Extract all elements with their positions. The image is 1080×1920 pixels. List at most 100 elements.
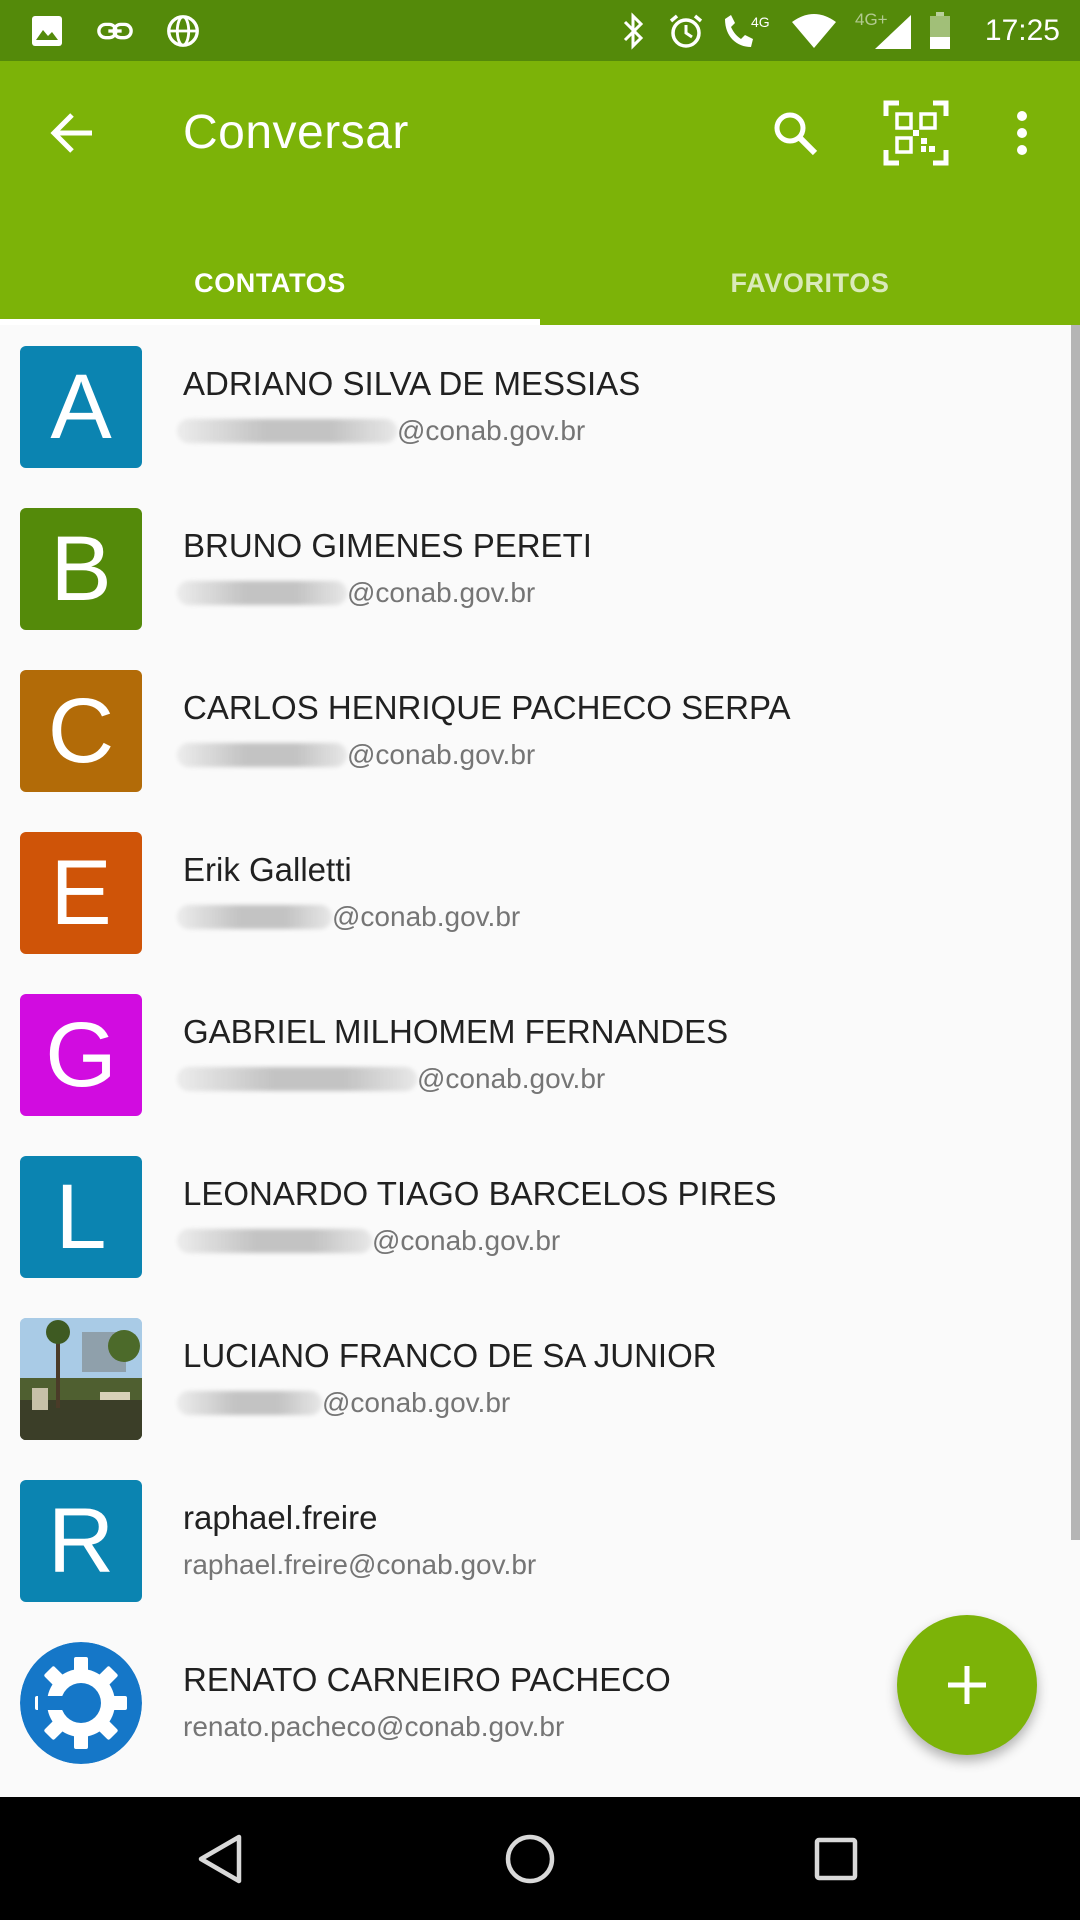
back-button[interactable]: [40, 101, 104, 165]
avatar-letter: E: [50, 841, 112, 944]
qr-code-icon: [883, 100, 949, 166]
contact-row[interactable]: L LEONARDO TIAGO BARCELOS PIRES @conab.g…: [0, 1135, 1080, 1297]
redacted-text: [177, 743, 347, 767]
contact-email-text: @conab.gov.br: [347, 739, 536, 770]
avatar: B: [20, 508, 142, 630]
nav-back-button[interactable]: [188, 1827, 252, 1891]
contact-email-text: @conab.gov.br: [417, 1063, 606, 1094]
contact-name: CARLOS HENRIQUE PACHECO SERPA: [183, 689, 791, 726]
contact-email: raphael.freire@conab.gov.br: [183, 1549, 537, 1580]
avatar: R: [20, 1480, 142, 1602]
link-icon: [96, 12, 134, 50]
avatar: A: [20, 346, 142, 468]
search-icon: [774, 112, 818, 156]
redacted-text: [177, 1391, 322, 1415]
contact-row[interactable]: A ADRIANO SILVA DE MESSIAS @conab.gov.br: [0, 325, 1080, 487]
avatar: E: [20, 832, 142, 954]
contact-name: raphael.freire: [183, 1499, 378, 1536]
more-options-button[interactable]: [1002, 97, 1042, 169]
bluetooth-icon: [615, 11, 653, 50]
contact-email: @conab.gov.br: [177, 577, 536, 609]
avatar-photo: [20, 1318, 142, 1440]
contact-list: A ADRIANO SILVA DE MESSIAS @conab.gov.br…: [0, 325, 1080, 1797]
contact-name: BRUNO GIMENES PERETI: [183, 527, 592, 564]
contact-name: Erik Galletti: [183, 851, 352, 888]
tab-label: FAVORITOS: [730, 267, 890, 298]
contact-name: ADRIANO SILVA DE MESSIAS: [183, 365, 641, 402]
sync-globe-icon: [164, 12, 202, 50]
contact-email-text: @conab.gov.br: [322, 1387, 511, 1418]
wifi-icon: [789, 12, 839, 50]
contact-email: renato.pacheco@conab.gov.br: [183, 1711, 565, 1742]
nav-recents-button[interactable]: [804, 1827, 868, 1891]
contact-row[interactable]: E Erik Galletti @conab.gov.br: [0, 811, 1080, 973]
contact-email: @conab.gov.br: [177, 1225, 561, 1257]
avatar-letter: A: [50, 355, 112, 458]
home-circle-icon: [505, 1834, 555, 1884]
contact-email-text: @conab.gov.br: [332, 901, 521, 932]
add-contact-button[interactable]: [897, 1615, 1037, 1755]
tab-label: CONTATOS: [194, 267, 346, 298]
contact-row[interactable]: C CARLOS HENRIQUE PACHECO SERPA @conab.g…: [0, 649, 1080, 811]
battery-icon: [927, 11, 953, 50]
scrollbar[interactable]: [1071, 325, 1080, 1540]
navigation-bar: [0, 1797, 1080, 1920]
avatar: [20, 1642, 142, 1764]
avatar: G: [20, 994, 142, 1116]
contact-email-text: @conab.gov.br: [372, 1225, 561, 1256]
recents-square-icon: [814, 1837, 858, 1881]
status-left-icons: [28, 12, 202, 50]
image-icon: [28, 12, 66, 50]
profile-photo-image: [20, 1318, 142, 1440]
page-title: Conversar: [183, 106, 409, 159]
avatar: C: [20, 670, 142, 792]
avatar-letter: G: [45, 1003, 117, 1106]
contact-email: @conab.gov.br: [177, 1387, 511, 1419]
plus-icon: [948, 1666, 986, 1704]
redacted-text: [177, 581, 347, 605]
nav-home-button[interactable]: [498, 1827, 562, 1891]
contact-email: @conab.gov.br: [177, 415, 586, 447]
tab-contatos[interactable]: CONTATOS: [0, 241, 540, 325]
avatar: L: [20, 1156, 142, 1278]
avatar-letter: C: [47, 679, 115, 782]
contact-row[interactable]: LUCIANO FRANCO DE SA JUNIOR @conab.gov.b…: [0, 1297, 1080, 1459]
contact-name: LEONARDO TIAGO BARCELOS PIRES: [183, 1175, 777, 1212]
screen: 4G 4G+ 17:25 Conversar CONTATOS FAVORITO…: [0, 0, 1080, 1920]
alarm-icon: [667, 12, 705, 50]
contact-email: @conab.gov.br: [177, 901, 521, 933]
signal-icon: 4G+: [853, 11, 913, 50]
contact-name: LUCIANO FRANCO DE SA JUNIOR: [183, 1337, 717, 1374]
contact-row[interactable]: B BRUNO GIMENES PERETI @conab.gov.br: [0, 487, 1080, 649]
contact-name: RENATO CARNEIRO PACHECO: [183, 1661, 671, 1698]
tab-bar: CONTATOS FAVORITOS: [0, 241, 1080, 325]
avatar-letter: B: [50, 517, 112, 620]
redacted-text: [177, 1067, 417, 1091]
redacted-text: [177, 419, 397, 443]
status-time: 17:25: [984, 13, 1060, 47]
contact-name: GABRIEL MILHOMEM FERNANDES: [183, 1013, 729, 1050]
contact-row[interactable]: R raphael.freire raphael.freire@conab.go…: [0, 1459, 1080, 1621]
app-bar: Conversar CONTATOS FAVORITOS: [0, 61, 1080, 325]
kde-gear-icon: [20, 1642, 142, 1764]
more-vert-icon: [1017, 111, 1027, 155]
status-bar: 4G 4G+ 17:25: [0, 0, 1080, 61]
search-button[interactable]: [760, 97, 830, 169]
redacted-text: [177, 1229, 372, 1253]
contact-email: @conab.gov.br: [177, 1063, 606, 1095]
avatar-letter: L: [55, 1165, 107, 1268]
status-right-icons: 4G 4G+ 17:25: [615, 0, 1060, 61]
contact-row[interactable]: G GABRIEL MILHOMEM FERNANDES @conab.gov.…: [0, 973, 1080, 1135]
contact-email-text: @conab.gov.br: [397, 415, 586, 446]
volte-call-icon: 4G: [719, 12, 775, 50]
tab-favoritos[interactable]: FAVORITOS: [540, 241, 1080, 325]
svg-text:4G: 4G: [751, 14, 770, 30]
back-triangle-icon: [198, 1834, 242, 1884]
contact-email: @conab.gov.br: [177, 739, 536, 771]
arrow-back-icon: [50, 113, 92, 153]
contact-email-text: @conab.gov.br: [347, 577, 536, 608]
avatar-letter: R: [47, 1489, 115, 1592]
qr-code-button[interactable]: [880, 97, 952, 169]
svg-text:4G+: 4G+: [855, 11, 888, 29]
redacted-text: [177, 905, 332, 929]
